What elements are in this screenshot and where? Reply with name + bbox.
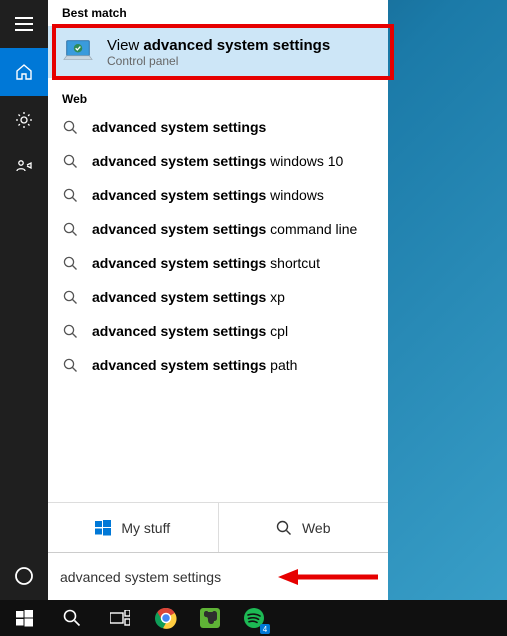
suggestion-text: advanced system settings cpl [92, 323, 288, 339]
home-button[interactable] [0, 48, 48, 96]
search-icon [62, 289, 78, 305]
taskbar-app-evernote[interactable] [188, 600, 232, 636]
feedback-button[interactable] [0, 144, 48, 192]
annotation-arrow [278, 567, 378, 587]
suggestion-item[interactable]: advanced system settings xp [48, 280, 388, 314]
suggestion-item[interactable]: advanced system settings windows [48, 178, 388, 212]
suggestion-text: advanced system settings shortcut [92, 255, 320, 271]
suggestion-text: advanced system settings windows 10 [92, 153, 343, 169]
cortana-sidebar [0, 0, 48, 600]
best-match-header: Best match [48, 0, 388, 26]
suggestion-item[interactable]: advanced system settings command line [48, 212, 388, 246]
search-panel: Best match View advanced system settings… [48, 0, 388, 600]
web-header: Web [48, 86, 388, 110]
menu-button[interactable] [0, 0, 48, 48]
control-panel-icon [62, 36, 94, 68]
taskbar-app-spotify[interactable]: 4 [232, 600, 276, 636]
suggestion-text: advanced system settings xp [92, 289, 285, 305]
suggestion-item[interactable]: advanced system settings path [48, 348, 388, 382]
search-icon [62, 357, 78, 373]
search-icon [62, 221, 78, 237]
windows-icon [95, 520, 111, 536]
search-icon [276, 520, 292, 536]
filter-bar: My stuff Web [48, 502, 388, 552]
suggestion-text: advanced system settings path [92, 357, 297, 373]
suggestion-item[interactable]: advanced system settings cpl [48, 314, 388, 348]
filter-web[interactable]: Web [218, 503, 389, 552]
best-match-text: View advanced system settings Control pa… [107, 37, 330, 68]
settings-button[interactable] [0, 96, 48, 144]
start-button[interactable] [0, 600, 48, 636]
search-icon [62, 153, 78, 169]
task-view-button[interactable] [96, 600, 144, 636]
search-icon [62, 119, 78, 135]
taskbar-app-chrome[interactable] [144, 600, 188, 636]
suggestion-item[interactable]: advanced system settings shortcut [48, 246, 388, 280]
best-match-result[interactable]: View advanced system settings Control pa… [48, 26, 388, 78]
search-icon [62, 323, 78, 339]
taskbar: 4 [0, 600, 507, 636]
suggestion-text: advanced system settings command line [92, 221, 357, 237]
suggestion-text: advanced system settings [92, 119, 266, 135]
cortana-button[interactable] [0, 552, 48, 600]
taskbar-search-button[interactable] [48, 600, 96, 636]
search-box[interactable] [48, 552, 388, 600]
search-icon [62, 187, 78, 203]
filter-mystuff[interactable]: My stuff [48, 503, 218, 552]
notification-badge: 4 [260, 624, 270, 634]
suggestion-list: advanced system settings advanced system … [48, 110, 388, 502]
suggestion-item[interactable]: advanced system settings [48, 110, 388, 144]
search-icon [62, 255, 78, 271]
suggestion-text: advanced system settings windows [92, 187, 324, 203]
suggestion-item[interactable]: advanced system settings windows 10 [48, 144, 388, 178]
